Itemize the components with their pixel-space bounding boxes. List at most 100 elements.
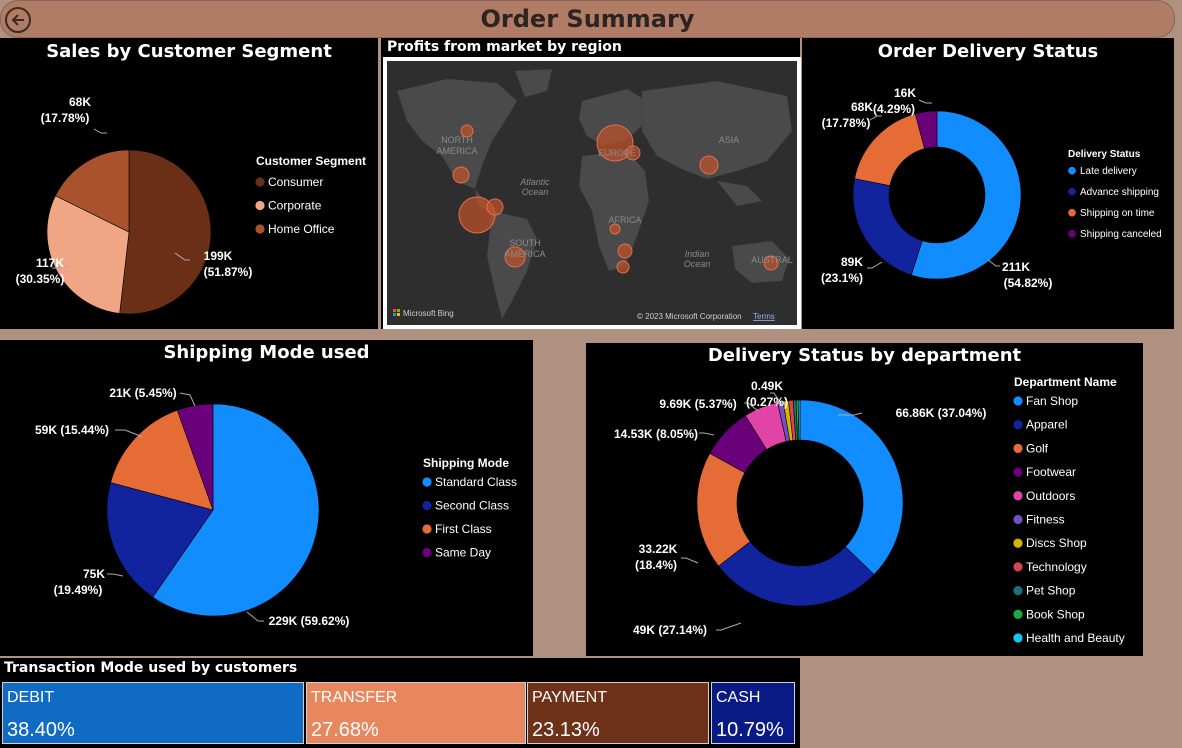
department-legend-marker-apparel	[1013, 420, 1023, 430]
map-terms-link[interactable]: Terms	[753, 312, 775, 321]
txn-card-value: 27.68%	[311, 719, 379, 741]
map-frame: NORTH AMERICA SOUTH AMERICA AFRICA ASIA …	[383, 57, 801, 329]
department-legend-item-technology[interactable]: Technology	[1026, 560, 1087, 574]
map-label-europe: EUROPE	[598, 148, 636, 158]
department-leader-line	[681, 557, 699, 564]
segment-legend-item-consumer[interactable]: Consumer	[268, 175, 323, 189]
continent-africa	[578, 150, 650, 272]
delivery-slice-advance-shipping[interactable]	[852, 178, 923, 276]
delivery-label-ontime-pct: (17.78%)	[822, 116, 871, 130]
department-chart-svg: 66.86K (37.04%) 49K (27.14%) 33.22K (18.…	[614, 375, 1125, 645]
txn-card-payment[interactable]: PAYMENT 23.13%	[527, 682, 709, 744]
shipping-legend-marker-second-class	[422, 500, 432, 511]
world-map[interactable]: NORTH AMERICA SOUTH AMERICA AFRICA ASIA …	[387, 61, 797, 325]
shipping-legend-item-standard-class[interactable]: Standard Class	[435, 475, 517, 489]
department-legend-item-book-shop[interactable]: Book Shop	[1026, 607, 1085, 621]
segment-chart-svg: 68K (17.78%) 117K (30.35%) 199K (51.87%)…	[16, 95, 366, 315]
txn-card-value: 38.40%	[7, 719, 75, 741]
department-legend-marker-pet-shop	[1013, 585, 1023, 596]
txn-card-label: TRANSFER	[311, 689, 398, 706]
department-label-golf-value: 33.22K	[639, 542, 678, 556]
map-label-america-south: AMERICA	[504, 249, 545, 259]
map-label-ocean: Ocean	[522, 187, 549, 197]
segment-slice-consumer[interactable]	[119, 149, 212, 315]
txn-card-cash[interactable]: CASH 10.79%	[711, 682, 795, 744]
delivery-legend-marker-shipping-on-time	[1068, 208, 1076, 217]
department-legend-item-footwear[interactable]: Footwear	[1026, 465, 1076, 479]
segment-legend-item-corporate[interactable]: Corporate	[268, 199, 322, 213]
shipping-chart-svg: 21K (5.45%) 59K (15.44%) 75K (19.49%) 22…	[35, 386, 517, 628]
department-legend-item-pet-shop[interactable]: Pet Shop	[1026, 584, 1076, 598]
delivery-legend-item-shipping-on-time[interactable]: Shipping on time	[1080, 208, 1155, 219]
map-bubble[interactable]	[486, 198, 504, 216]
shipping-legend-marker-first-class	[422, 524, 432, 534]
map-bubble[interactable]	[617, 243, 633, 259]
delivery-panel: Order Delivery Status 16K (4.29%) 68K (1…	[802, 38, 1174, 329]
continent-southeast-asia	[716, 180, 763, 207]
delivery-leader-line	[987, 259, 1000, 267]
map-bubble[interactable]	[609, 223, 621, 235]
department-slice-fan-shop[interactable]	[799, 399, 904, 576]
shipping-legend-marker-same-day	[422, 547, 432, 558]
txn-card-transfer[interactable]: TRANSFER 27.68%	[306, 682, 526, 744]
txn-card-value: 10.79%	[716, 719, 784, 741]
map-bubble[interactable]	[616, 260, 630, 274]
map-bubble[interactable]	[452, 166, 470, 184]
shipping-label-secondclass-value: 75K	[83, 567, 105, 581]
shipping-panel: Shipping Mode used 21K (5.45%) 59K (15.4…	[0, 340, 533, 656]
delivery-label-ontime-value: 68K	[851, 100, 873, 114]
delivery-legend-marker-advance-shipping	[1068, 187, 1076, 196]
department-legend-marker-book-shop	[1013, 609, 1023, 619]
segment-legend-marker-corporate	[255, 200, 265, 211]
segment-legend-item-home-office[interactable]: Home Office	[268, 222, 335, 236]
delivery-legend-marker-late-delivery	[1068, 166, 1076, 175]
department-legend-marker-fitness	[1013, 514, 1023, 525]
shipping-legend-item-same-day[interactable]: Same Day	[435, 546, 491, 560]
map-label-asia: ASIA	[719, 135, 740, 145]
department-legend-item-discs-shop[interactable]: Discs Shop	[1026, 536, 1087, 550]
delivery-legend-item-shipping-canceled[interactable]: Shipping canceled	[1080, 229, 1162, 240]
department-label-apparel: 49K (27.14%)	[633, 623, 707, 637]
shipping-legend-item-second-class[interactable]: Second Class	[435, 499, 509, 513]
shipping-leader-line	[179, 392, 196, 407]
map-title: Profits from market by region	[387, 39, 622, 55]
map-bubble[interactable]	[699, 155, 719, 175]
department-legend-item-outdoors[interactable]: Outdoors	[1026, 489, 1075, 503]
txn-card-debit[interactable]: DEBIT 38.40%	[2, 682, 304, 744]
department-leader-line	[716, 622, 742, 631]
department-legend-item-golf[interactable]: Golf	[1026, 441, 1049, 455]
segment-legend-title: Customer Segment	[256, 154, 366, 168]
map-label-south: SOUTH	[509, 238, 541, 248]
segment-panel: Sales by Customer Segment 68K (17.78%) 1…	[0, 38, 378, 329]
transaction-title: Transaction Mode used by customers	[4, 660, 298, 676]
department-legend-marker-technology	[1013, 562, 1023, 572]
department-legend-marker-footwear	[1013, 467, 1023, 477]
delivery-legend-item-advance-shipping[interactable]: Advance shipping	[1080, 187, 1159, 198]
txn-card-label: PAYMENT	[532, 689, 607, 706]
department-legend-marker-outdoors	[1013, 491, 1023, 501]
department-legend-item-apparel[interactable]: Apparel	[1026, 418, 1067, 432]
map-label-indian: Indian	[685, 249, 710, 259]
department-legend-item-fan-shop[interactable]: Fan Shop	[1026, 394, 1078, 408]
shipping-label-firstclass: 59K (15.44%)	[35, 423, 109, 437]
map-label-australia: AUSTRAL	[751, 255, 793, 265]
department-panel: Delivery Status by department 66.86K (37…	[586, 343, 1143, 656]
shipping-legend-item-first-class[interactable]: First Class	[435, 522, 492, 536]
delivery-leader-line	[869, 115, 882, 121]
map-label-north: NORTH	[441, 135, 473, 145]
bing-label: Microsoft Bing	[403, 309, 454, 318]
delivery-label-advance-value: 89K	[841, 255, 863, 269]
department-legend-item-health-and-beauty[interactable]: Health and Beauty	[1026, 631, 1125, 645]
delivery-legend-item-late-delivery[interactable]: Late delivery	[1080, 166, 1137, 177]
shipping-label-sameday: 21K (5.45%)	[109, 386, 176, 400]
department-legend-marker-health-and-beauty	[1013, 633, 1023, 643]
delivery-label-advance-pct: (23.1%)	[821, 271, 863, 285]
segment-label-corporate-value: 117K	[36, 256, 64, 270]
department-legend-marker-fan-shop	[1013, 396, 1023, 406]
department-legend-item-fitness[interactable]: Fitness	[1026, 513, 1065, 527]
txn-card-label: CASH	[716, 689, 761, 706]
segment-label-consumer-value: 199K	[204, 249, 233, 263]
delivery-label-canceled-pct: (4.29%)	[873, 102, 915, 116]
department-label-small-value: 0.49K	[751, 379, 783, 393]
segment-legend-marker-consumer	[255, 177, 265, 187]
